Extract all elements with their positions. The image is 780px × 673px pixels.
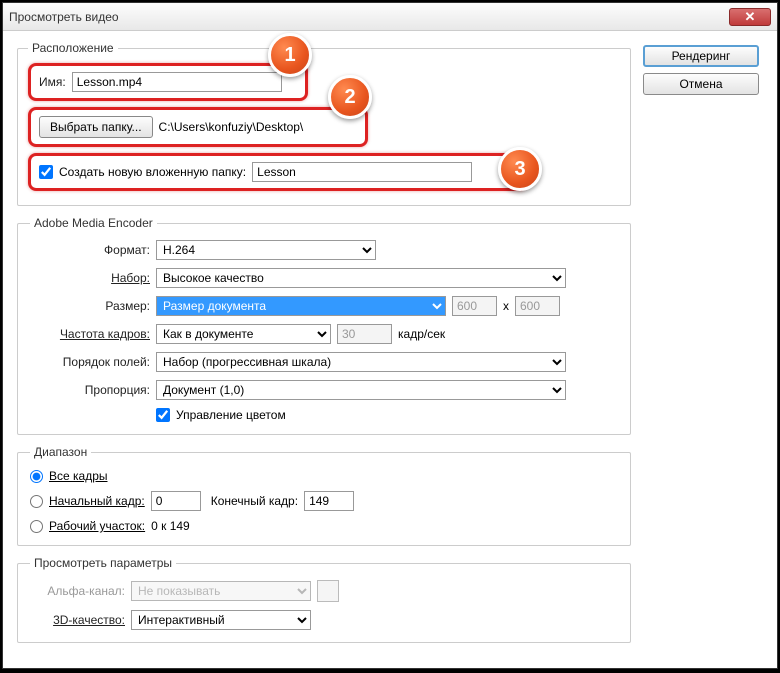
- endframe-label: Конечный кадр:: [211, 494, 298, 508]
- name-input[interactable]: [72, 72, 282, 92]
- aspect-label: Пропорция:: [30, 383, 150, 397]
- name-label: Имя:: [39, 75, 66, 89]
- allframes-label: Все кадры: [49, 469, 108, 483]
- height-input: [515, 296, 560, 316]
- badge-2: 2: [328, 75, 372, 119]
- preset-label: Набор:: [30, 271, 150, 285]
- fps-unit: кадр/сек: [398, 327, 445, 341]
- startframe-input[interactable]: [151, 491, 201, 511]
- colormgmt-label: Управление цветом: [176, 408, 286, 422]
- alpha-select: Не показывать: [131, 581, 311, 601]
- preset-select[interactable]: Высокое качество: [156, 268, 566, 288]
- startframe-radio[interactable]: [30, 495, 43, 508]
- size-select[interactable]: Размер документа: [156, 296, 446, 316]
- path-text: C:\Users\konfuziy\Desktop\: [159, 120, 304, 134]
- highlight-2: Выбрать папку... C:\Users\konfuziy\Deskt…: [28, 107, 368, 147]
- alpha-label: Альфа-канал:: [30, 584, 125, 598]
- subfolder-label: Создать новую вложенную папку:: [59, 165, 246, 179]
- colormgmt-checkbox[interactable]: [156, 408, 170, 422]
- window-title: Просмотреть видео: [9, 10, 729, 24]
- range-group: Диапазон Все кадры Начальный кадр: Конеч…: [17, 445, 631, 546]
- choose-folder-button[interactable]: Выбрать папку...: [39, 116, 153, 138]
- highlight-1: Имя:: [28, 63, 308, 101]
- quality-select[interactable]: Интерактивный: [131, 610, 311, 630]
- x-label: x: [503, 299, 509, 313]
- format-label: Формат:: [30, 243, 150, 257]
- alpha-color-button: [317, 580, 339, 602]
- workarea-label: Рабочий участок:: [49, 519, 145, 533]
- endframe-input[interactable]: [304, 491, 354, 511]
- subfolder-checkbox[interactable]: [39, 165, 53, 179]
- close-button[interactable]: ✕: [729, 8, 771, 26]
- location-group: Расположение 1 2 3 Имя: Выбрать папку...…: [17, 41, 631, 206]
- workarea-value: 0 к 149: [151, 519, 190, 533]
- fps-input: [337, 324, 392, 344]
- fps-label: Частота кадров:: [30, 327, 150, 341]
- render-button[interactable]: Рендеринг: [643, 45, 759, 67]
- fieldorder-label: Порядок полей:: [30, 355, 150, 369]
- format-select[interactable]: H.264: [156, 240, 376, 260]
- startframe-label: Начальный кадр:: [49, 494, 145, 508]
- encoder-group: Adobe Media Encoder Формат: H.264 Набор:…: [17, 216, 631, 435]
- allframes-radio[interactable]: [30, 470, 43, 483]
- workarea-radio[interactable]: [30, 520, 43, 533]
- badge-1: 1: [268, 33, 312, 77]
- size-label: Размер:: [30, 299, 150, 313]
- aspect-select[interactable]: Документ (1,0): [156, 380, 566, 400]
- location-legend: Расположение: [28, 41, 118, 55]
- subfolder-input[interactable]: [252, 162, 472, 182]
- cancel-button[interactable]: Отмена: [643, 73, 759, 95]
- highlight-3: Создать новую вложенную папку:: [28, 153, 528, 191]
- preview-group: Просмотреть параметры Альфа-канал: Не по…: [17, 556, 631, 643]
- preview-legend: Просмотреть параметры: [30, 556, 176, 570]
- fieldorder-select[interactable]: Набор (прогрессивная шкала): [156, 352, 566, 372]
- encoder-legend: Adobe Media Encoder: [30, 216, 157, 230]
- badge-3: 3: [498, 147, 542, 191]
- range-legend: Диапазон: [30, 445, 91, 459]
- fps-mode-select[interactable]: Как в документе: [156, 324, 331, 344]
- width-input: [452, 296, 497, 316]
- quality-label: 3D-качество:: [30, 613, 125, 627]
